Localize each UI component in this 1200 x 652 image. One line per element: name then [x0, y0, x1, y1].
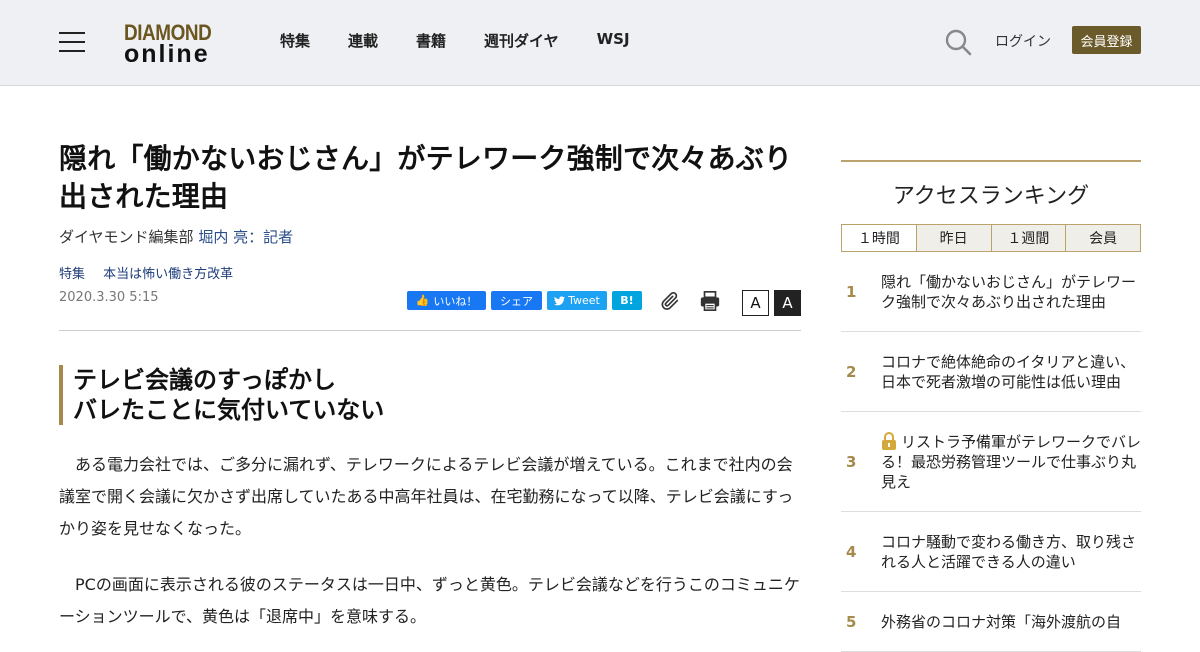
- tab-1-week[interactable]: １週間: [990, 225, 1066, 251]
- tweet-button[interactable]: Tweet: [547, 291, 607, 310]
- rank-number: 2: [846, 362, 857, 381]
- tag-series[interactable]: 本当は怖い働き方改革: [103, 267, 233, 282]
- logo-line2: online: [124, 40, 210, 68]
- article-tags: 特集 本当は怖い働き方改革: [59, 263, 801, 282]
- rank-title-wrapper: リストラ予備軍がテレワークでバレる！最恐労務管理ツールで仕事ぶり丸見え: [881, 432, 1141, 492]
- article-paragraph: PCの画面に表示される彼のステータスは一日中、ずっと黄色。テレビ会議などを行うこ…: [59, 575, 800, 626]
- facebook-share-button[interactable]: シェア: [491, 291, 542, 310]
- tweet-label: Tweet: [568, 294, 600, 307]
- facebook-like-button[interactable]: 👍 いいね！: [407, 291, 486, 310]
- font-size-large-button[interactable]: A: [774, 290, 801, 316]
- rank-number: 1: [846, 282, 857, 301]
- section-heading-line2: バレたことに気付いていない: [73, 396, 385, 424]
- article-title: 隠れ「働かないおじさん」がテレワーク強制で次々あぶり出された理由: [59, 142, 793, 213]
- main-nav: 特集 連載 書籍 週刊ダイヤ WSJ: [280, 30, 668, 51]
- rank-number: 5: [846, 612, 857, 631]
- article-divider: [59, 330, 801, 331]
- nav-item-wsj[interactable]: WSJ: [597, 30, 630, 51]
- section-heading: テレビ会議のすっぽかし バレたことに気付いていない: [59, 365, 801, 425]
- tab-yesterday[interactable]: 昨日: [915, 225, 991, 251]
- tab-members[interactable]: 会員: [1065, 225, 1140, 251]
- site-header: DIAMOND online 特集 連載 書籍 週刊ダイヤ WSJ ログイン 会…: [0, 0, 1200, 86]
- rank-title: コロナ騒動で変わる働き方、取り残される人と活躍できる人の違い: [881, 533, 1137, 571]
- byline: ダイヤモンド編集部 堀内 亮：記者: [59, 226, 801, 247]
- hatena-bookmark-button[interactable]: B!: [612, 291, 642, 310]
- ranking-heading: アクセスランキング: [892, 184, 1090, 209]
- lock-icon: [882, 432, 896, 450]
- nav-item-series[interactable]: 連載: [348, 30, 378, 51]
- rank-number: 4: [846, 542, 857, 561]
- rank-title: コロナで絶体絶命のイタリアと違い、日本で死者激増の可能性は低い理由: [881, 353, 1136, 391]
- article-meta: 2020.3.30 5:15 👍 いいね！ シェア Tweet B! A A: [59, 290, 801, 330]
- thumbs-up-icon: 👍: [415, 294, 430, 307]
- ranking-item[interactable]: 1 隠れ「働かないおじさん」がテレワーク強制で次々あぶり出された理由: [841, 252, 1141, 332]
- author-link[interactable]: 堀内 亮：記者: [198, 228, 293, 246]
- article: 隠れ「働かないおじさん」がテレワーク強制で次々あぶり出された理由 ダイヤモンド編…: [59, 140, 801, 633]
- ranking-item[interactable]: 2 コロナで絶体絶命のイタリアと違い、日本で死者激増の可能性は低い理由: [841, 332, 1141, 412]
- nav-item-feature[interactable]: 特集: [280, 30, 310, 51]
- byline-prefix: ダイヤモンド編集部: [59, 228, 199, 246]
- nav-item-weekly[interactable]: 週刊ダイヤ: [484, 30, 559, 51]
- tag-feature[interactable]: 特集: [59, 267, 85, 282]
- social-buttons: 👍 いいね！ シェア Tweet B!: [407, 291, 642, 310]
- site-logo[interactable]: DIAMOND online: [124, 20, 228, 68]
- print-icon[interactable]: [699, 290, 721, 312]
- tab-1-hour[interactable]: １時間: [842, 225, 916, 251]
- ranking-item[interactable]: 5 外務省のコロナ対策「海外渡航の自: [841, 592, 1141, 652]
- section-heading-line1: テレビ会議のすっぽかし: [73, 366, 337, 394]
- rank-title: 隠れ「働かないおじさん」がテレワーク強制で次々あぶり出された理由: [881, 273, 1137, 311]
- nav-item-books[interactable]: 書籍: [416, 30, 446, 51]
- ranking-sidebar: アクセスランキング １時間 昨日 １週間 会員 1 隠れ「働かないおじさん」がテ…: [841, 160, 1141, 652]
- font-size-small-button[interactable]: A: [742, 290, 769, 316]
- search-icon[interactable]: [944, 28, 972, 56]
- sidebar-rule: [841, 160, 1141, 162]
- paperclip-icon[interactable]: [659, 290, 681, 312]
- menu-icon[interactable]: [59, 32, 85, 52]
- twitter-bird-icon: [554, 295, 566, 305]
- ranking-item[interactable]: 4 コロナ騒動で変わる働き方、取り残される人と活躍できる人の違い: [841, 512, 1141, 592]
- register-button[interactable]: 会員登録: [1072, 26, 1141, 54]
- rank-number: 3: [846, 452, 857, 471]
- ranking-item[interactable]: 3 リストラ予備軍がテレワークでバレる！最恐労務管理ツールで仕事ぶり丸見え: [841, 412, 1141, 512]
- like-label: いいね！: [433, 294, 478, 308]
- login-link[interactable]: ログイン: [995, 31, 1051, 51]
- rank-title: リストラ予備軍がテレワークでバレる！最恐労務管理ツールで仕事ぶり丸見え: [881, 433, 1142, 491]
- article-paragraph: ある電力会社では、ご多分に漏れず、テレワークによるテレビ会議が増えている。これま…: [59, 455, 794, 538]
- ranking-list: 1 隠れ「働かないおじさん」がテレワーク強制で次々あぶり出された理由 2 コロナ…: [841, 252, 1141, 652]
- rank-title: 外務省のコロナ対策「海外渡航の自: [881, 613, 1122, 631]
- ranking-tabs: １時間 昨日 １週間 会員: [841, 224, 1141, 252]
- publish-date: 2020.3.30 5:15: [59, 290, 159, 305]
